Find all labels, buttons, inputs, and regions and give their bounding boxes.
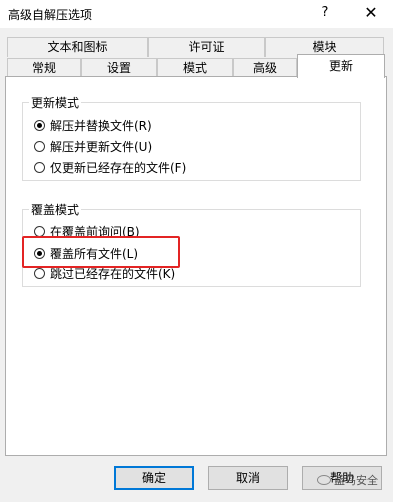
radio-unchecked-icon [34,162,45,173]
tab-label: 许可证 [188,40,225,54]
tab-label: 文本和图标 [47,40,108,54]
radio-skip-existing[interactable]: 跳过已经存在的文件(K) [34,265,175,282]
radio-label: 覆盖所有文件(L) [50,247,139,261]
radio-checked-icon [34,120,45,131]
tab-label: 模式 [182,61,207,75]
radio-label: 跳过已经存在的文件(K) [50,267,176,281]
tab-label: 高级 [252,61,277,75]
tab-label: 设置 [106,61,131,75]
radio-label: 仅更新已经存在的文件(F) [50,161,187,175]
ok-button[interactable]: 确定 [114,466,194,490]
tab-label: 常规 [31,61,56,75]
radio-unchecked-icon [34,141,45,152]
tab-update[interactable]: 更新 [297,54,385,78]
radio-ask-before-overwrite[interactable]: 在覆盖前询问(B) [34,223,140,240]
cancel-button[interactable]: 取消 [208,466,288,490]
tab-general[interactable]: 常规 [7,58,81,77]
watermark: 蓝鸟安全 [317,472,378,488]
tab-label: 更新 [328,59,353,73]
tab-panel-update: 更新模式 解压并替换文件(R) 解压并更新文件(U) 仅更新已经存在的文件(F)… [5,76,387,456]
radio-unchecked-icon [34,226,45,237]
radio-checked-icon [34,248,45,259]
watermark-text: 蓝鸟安全 [334,474,378,487]
radio-overwrite-all[interactable]: 覆盖所有文件(L) [34,245,138,262]
radio-update-existing[interactable]: 仅更新已经存在的文件(F) [34,159,186,176]
title-bar: 高级自解压选项 ? ✕ [0,0,393,28]
tab-license[interactable]: 许可证 [148,37,265,57]
radio-label: 解压并替换文件(R) [50,119,152,133]
window-title: 高级自解压选项 [8,8,93,22]
radio-label: 在覆盖前询问(B) [50,225,140,239]
tab-text-and-icon[interactable]: 文本和图标 [7,37,148,57]
radio-unchecked-icon [34,268,45,279]
radio-extract-update[interactable]: 解压并更新文件(U) [34,138,152,155]
overwrite-mode-title: 覆盖模式 [29,201,82,218]
tab-advanced[interactable]: 高级 [233,58,297,77]
update-mode-title: 更新模式 [29,94,82,111]
close-button[interactable]: ✕ [362,3,380,23]
help-question-button[interactable]: ? [317,3,333,23]
radio-label: 解压并更新文件(U) [50,140,153,154]
tab-settings[interactable]: 设置 [81,58,157,77]
wechat-icon [317,475,331,485]
tab-mode[interactable]: 模式 [157,58,233,77]
radio-extract-replace[interactable]: 解压并替换文件(R) [34,117,152,134]
